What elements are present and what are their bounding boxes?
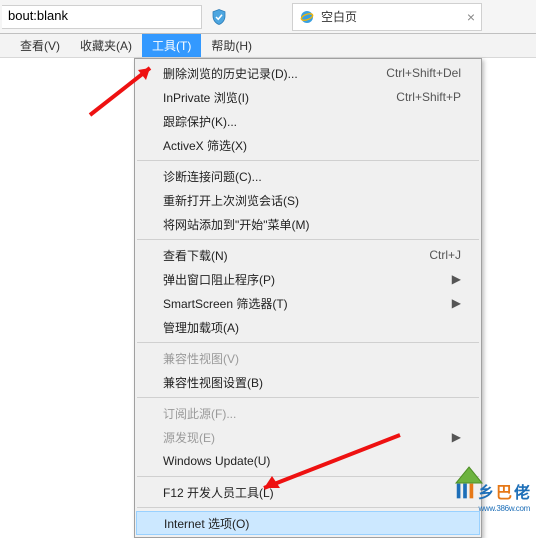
- menu-view-downloads[interactable]: 查看下载(N) Ctrl+J: [135, 243, 481, 267]
- menu-separator: [137, 342, 479, 343]
- url-field[interactable]: bout:blank: [2, 5, 202, 29]
- address-bar: bout:blank 空白页 ×: [0, 0, 536, 34]
- menu-separator: [137, 476, 479, 477]
- menu-diagnose-connection[interactable]: 诊断连接问题(C)...: [135, 164, 481, 188]
- watermark-logo-icon: [454, 480, 476, 502]
- menu-inprivate[interactable]: InPrivate 浏览(I) Ctrl+Shift+P: [135, 85, 481, 109]
- ie-icon: [299, 9, 315, 25]
- menu-tracking-protection[interactable]: 跟踪保护(K)...: [135, 109, 481, 133]
- submenu-arrow-icon: ▶: [452, 430, 461, 444]
- menu-internet-options[interactable]: Internet 选项(O): [136, 511, 480, 535]
- menu-tools[interactable]: 工具(T): [142, 34, 201, 57]
- menu-bar: 查看(V) 收藏夹(A) 工具(T) 帮助(H): [0, 34, 536, 58]
- menu-smartscreen[interactable]: SmartScreen 筛选器(T) ▶: [135, 291, 481, 315]
- submenu-arrow-icon: ▶: [452, 272, 461, 286]
- submenu-arrow-icon: ▶: [452, 296, 461, 310]
- menu-feed-subscribe: 订阅此源(F)...: [135, 401, 481, 425]
- menu-reopen-session[interactable]: 重新打开上次浏览会话(S): [135, 188, 481, 212]
- menu-separator: [137, 239, 479, 240]
- menu-favorites[interactable]: 收藏夹(A): [70, 34, 142, 57]
- tools-dropdown: 删除浏览的历史记录(D)... Ctrl+Shift+Del InPrivate…: [134, 58, 482, 538]
- menu-compat-settings[interactable]: 兼容性视图设置(B): [135, 370, 481, 394]
- menu-windows-update[interactable]: Windows Update(U): [135, 449, 481, 473]
- menu-add-to-start[interactable]: 将网站添加到"开始"菜单(M): [135, 212, 481, 236]
- menu-view[interactable]: 查看(V): [10, 34, 70, 57]
- watermark-url: www.386w.com: [478, 504, 530, 513]
- menu-popup-blocker[interactable]: 弹出窗口阻止程序(P) ▶: [135, 267, 481, 291]
- menu-manage-addons[interactable]: 管理加载项(A): [135, 315, 481, 339]
- browser-tab[interactable]: 空白页 ×: [292, 3, 482, 31]
- tab-title: 空白页: [321, 8, 461, 25]
- menu-f12-tools[interactable]: F12 开发人员工具(L): [135, 480, 481, 504]
- menu-separator: [137, 507, 479, 508]
- menu-feed-discovery: 源发现(E) ▶: [135, 425, 481, 449]
- tab-close-button[interactable]: ×: [467, 9, 475, 25]
- menu-help[interactable]: 帮助(H): [201, 34, 262, 57]
- menu-separator: [137, 160, 479, 161]
- menu-separator: [137, 397, 479, 398]
- watermark: 乡 巴 佬: [454, 479, 530, 503]
- menu-compat-view: 兼容性视图(V): [135, 346, 481, 370]
- menu-delete-history[interactable]: 删除浏览的历史记录(D)... Ctrl+Shift+Del: [135, 61, 481, 85]
- menu-activex-filtering[interactable]: ActiveX 筛选(X): [135, 133, 481, 157]
- security-shield-icon[interactable]: [206, 5, 232, 29]
